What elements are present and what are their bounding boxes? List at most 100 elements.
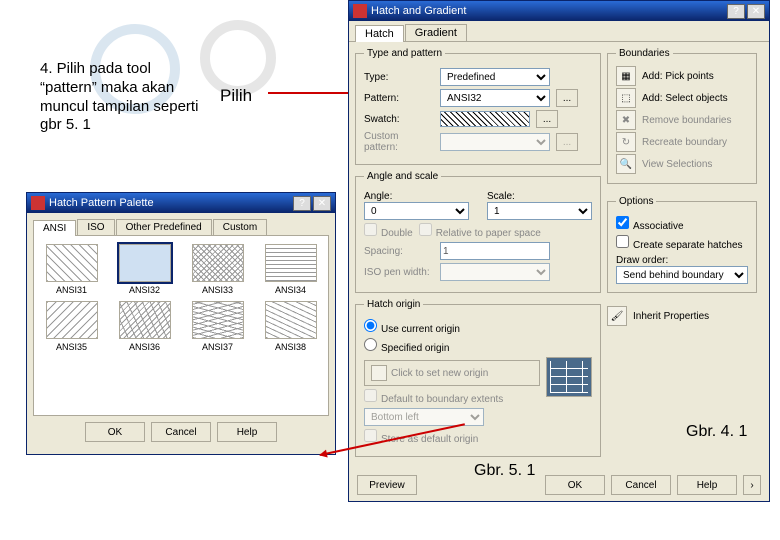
custom-pattern-label: Custom pattern: [364,131,434,153]
select-objects-icon: ⬚ [616,88,636,108]
group-options: Options Associative Create separate hatc… [607,196,757,293]
view-icon: 🔍 [616,154,636,174]
swatch-browse-button[interactable]: ... [536,110,558,128]
group-label: Options [616,196,656,207]
view-sel-label: View Selections [642,159,712,170]
default-ext-checkbox [364,389,377,402]
inherit-label: Inherit Properties [633,311,709,322]
remove-boundaries-button: ✖Remove boundaries [616,109,748,131]
add-pick-points-button[interactable]: ▦Add: Pick points [616,65,748,87]
angle-select[interactable]: 0 [364,202,469,220]
titlebar[interactable]: Hatch Pattern Palette ? ✕ [27,193,335,213]
tab-hatch[interactable]: Hatch [355,25,404,42]
double-label: Double [381,228,413,239]
cancel-button[interactable]: Cancel [611,475,671,495]
scale-label: Scale: [487,191,592,202]
pattern-name: ANSI38 [275,342,306,352]
remove-icon: ✖ [616,110,636,130]
preview-button[interactable]: Preview [357,475,417,495]
pattern-item[interactable]: ANSI31 [38,244,105,295]
create-separate-checkbox[interactable] [616,235,629,248]
help-titlebar-button[interactable]: ? [727,4,745,19]
associative-label: Associative [633,221,684,232]
origin-corner-select: Bottom left [364,408,484,426]
type-label: Type: [364,72,434,83]
recreate-b-label: Recreate boundary [642,137,727,148]
double-checkbox [364,223,377,236]
spacing-label: Spacing: [364,246,434,257]
type-select[interactable]: Predefined [440,68,550,86]
cancel-button[interactable]: Cancel [151,422,211,442]
titlebar[interactable]: Hatch and Gradient ? ✕ [349,1,769,21]
associative-checkbox[interactable] [616,216,629,229]
custom-browse-button: ... [556,133,578,151]
tab-other[interactable]: Other Predefined [116,219,212,235]
app-icon [31,196,45,210]
pattern-thumb [119,301,171,339]
figure-caption: Gbr. 5. 1 [474,462,535,480]
ok-button[interactable]: OK [85,422,145,442]
pattern-browse-button[interactable]: ... [556,89,578,107]
iso-pen-select [440,263,550,281]
specified-label: Specified origin [381,343,449,354]
view-selections-button: 🔍 View Selections [616,153,748,175]
tab-ansi[interactable]: ANSI [33,220,76,236]
add-select-label: Add: Select objects [642,93,728,104]
expand-button[interactable]: › [743,475,761,495]
pattern-item[interactable]: ANSI32 [111,244,178,295]
pattern-thumb [119,244,171,282]
pattern-item[interactable]: ANSI36 [111,301,178,352]
ok-button[interactable]: OK [545,475,605,495]
pattern-item[interactable]: ANSI35 [38,301,105,352]
tab-custom[interactable]: Custom [213,219,267,235]
scale-select[interactable]: 1 [487,202,592,220]
pattern-name: ANSI34 [275,285,306,295]
group-label: Angle and scale [364,171,441,182]
pattern-name: ANSI32 [129,285,160,295]
pattern-item[interactable]: ANSI34 [257,244,324,295]
instruction-text: 4. Pilih pada tool “pattern” maka akan m… [40,60,210,135]
target-icon [371,365,387,381]
window-title: Hatch Pattern Palette [49,197,154,209]
default-ext-label: Default to boundary extents [381,394,503,405]
help-titlebar-button[interactable]: ? [293,196,311,211]
draw-order-label: Draw order: [616,255,748,266]
create-sep-label: Create separate hatches [633,240,743,251]
close-icon[interactable]: ✕ [747,4,765,19]
add-select-objects-button[interactable]: ⬚ Add: Select objects [616,87,748,109]
hatch-origin-preview [546,357,592,397]
pattern-item[interactable]: ANSI37 [184,301,251,352]
help-button[interactable]: Help [217,422,277,442]
spacing-input [440,242,550,260]
specified-radio[interactable] [364,338,377,351]
custom-pattern-select [440,133,550,151]
pattern-item[interactable]: ANSI38 [257,301,324,352]
help-button[interactable]: Help [677,475,737,495]
pattern-item[interactable]: ANSI33 [184,244,251,295]
annotation-label: Pilih [220,86,252,106]
iso-pen-label: ISO pen width: [364,267,434,278]
pattern-grid: ANSI31 ANSI32 ANSI33 ANSI34 ANSI35 ANSI3… [33,236,329,416]
group-label: Type and pattern [364,48,445,59]
decorative-circle [200,20,276,96]
group-label: Boundaries [616,48,673,59]
hatch-pattern-palette-dialog: Hatch Pattern Palette ? ✕ ANSI ISO Other… [26,192,336,455]
angle-label: Angle: [364,191,469,202]
inherit-properties-button[interactable]: 🖌 Inherit Properties [607,305,757,327]
pattern-thumb [265,301,317,339]
tab-gradient[interactable]: Gradient [405,24,467,41]
use-current-label: Use current origin [381,324,460,335]
recreate-boundary-button: ↻Recreate boundary [616,131,748,153]
pattern-thumb [46,301,98,339]
group-boundaries: Boundaries ▦Add: Pick points ⬚ Add: Selec… [607,48,757,184]
pick-points-icon: ▦ [616,66,636,86]
pattern-name: ANSI33 [202,285,233,295]
pattern-select[interactable]: ANSI32 [440,89,550,107]
tab-iso[interactable]: ISO [77,219,114,235]
draw-order-select[interactable]: Send behind boundary [616,266,748,284]
close-icon[interactable]: ✕ [313,196,331,211]
inherit-icon: 🖌 [607,306,627,326]
use-current-radio[interactable] [364,319,377,332]
swatch-preview[interactable] [440,111,530,127]
group-type-pattern: Type and pattern Type: Predefined Patter… [355,48,601,165]
